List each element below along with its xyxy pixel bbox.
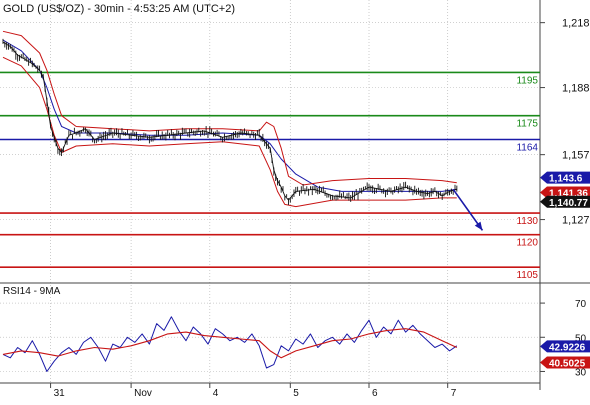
rsi-tick-label: 70 xyxy=(575,299,587,310)
value-badge: 42.9226 xyxy=(540,340,590,353)
x-tick-label: 4 xyxy=(213,388,219,399)
level-label: 1175 xyxy=(516,119,538,130)
chart-title: GOLD (US$/OZ) - 30min - 4:53:25 AM (UTC+… xyxy=(3,3,235,15)
x-tick-label: 31 xyxy=(54,388,66,399)
level-label: 1120 xyxy=(516,238,538,249)
value-badge-label: 42.9226 xyxy=(549,342,586,353)
rsi-panel-title: RSI14 - 9MA xyxy=(3,286,61,297)
value-badge-label: 40.5025 xyxy=(549,359,586,370)
value-badge: 1,140.77 xyxy=(540,195,590,209)
level-label: 1195 xyxy=(516,75,538,86)
chart-root: 1195 1175 1164 1130 1120 1105 1,218 1,188 1,157… xyxy=(0,0,590,400)
y-tick-label: 1,218 xyxy=(562,18,590,30)
level-label: 1130 xyxy=(516,216,538,227)
value-badge-label: 1,143.6 xyxy=(549,174,583,185)
y-tick-label: 1,188 xyxy=(562,83,590,95)
level-label: 1164 xyxy=(516,143,538,154)
x-tick-label: 5 xyxy=(293,388,299,399)
y-tick-label: 1,157 xyxy=(562,150,590,162)
level-label: 1105 xyxy=(516,270,538,281)
value-badge-label: 1,140.77 xyxy=(549,198,588,209)
chart-svg: 1195 1175 1164 1130 1120 1105 1,218 1,188 1,157… xyxy=(0,0,590,400)
x-tick-label: 6 xyxy=(372,388,378,399)
y-tick-label: 1,127 xyxy=(562,215,590,227)
value-badge: 1,143.6 xyxy=(540,171,590,185)
value-badge: 40.5025 xyxy=(540,356,590,370)
x-tick-label: Nov xyxy=(134,388,152,399)
x-tick-label: 7 xyxy=(451,388,457,399)
